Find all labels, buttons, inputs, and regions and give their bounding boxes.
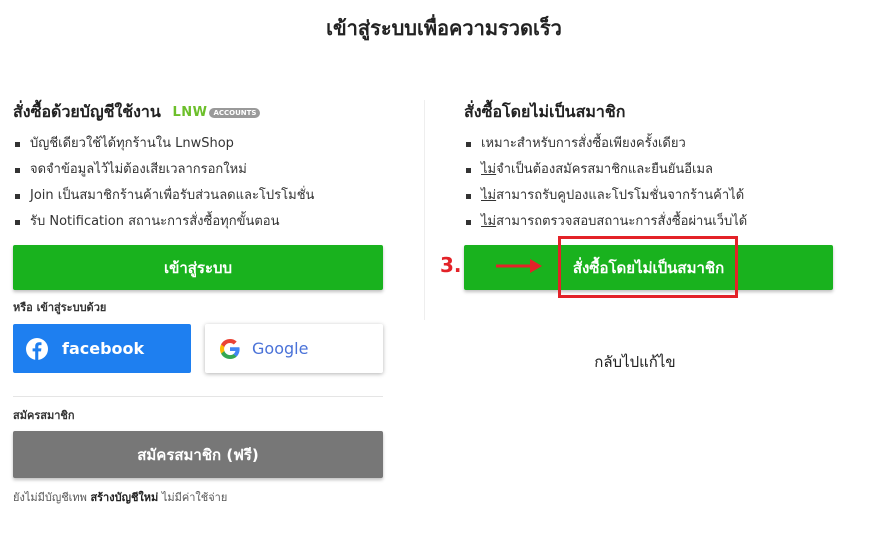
lnw-accounts-badge: ACCOUNTS: [209, 107, 261, 118]
list-item-text: สามารถตรวจสอบสถานะการสั่งซื้อผ่านเว็บได้: [496, 214, 748, 229]
list-item-prefix: ไม่: [481, 188, 497, 203]
list-item: บัญชีเดียวใช้ได้ทุกร้านใน LnwShop: [13, 131, 314, 157]
list-item-prefix: ไม่: [481, 214, 497, 229]
divider: [13, 396, 383, 397]
login-button[interactable]: เข้าสู่ระบบ: [13, 245, 383, 290]
lnw-logo-text: LNW: [172, 105, 208, 120]
highlight-box: [558, 236, 738, 298]
footer-suffix: ไม่มีค่าใช้จ่าย: [161, 491, 228, 504]
column-divider: [424, 100, 425, 320]
list-item-prefix: ไม่: [481, 162, 497, 177]
google-login-button[interactable]: Google: [205, 324, 383, 373]
list-item-text: จำเป็นต้องสมัครสมาชิกและยืนยันอีเมล: [496, 162, 714, 177]
facebook-login-button[interactable]: facebook: [13, 324, 191, 373]
register-footer: ยังไม่มีบัญชีเทพ สร้างบัญชีใหม่ ไม่มีค่า…: [13, 488, 227, 506]
arrow-right-icon: [496, 257, 544, 279]
list-item-text: สามารถรับคูปองและโปรโมชั่นจากร้านค้าได้: [496, 188, 745, 203]
step-annotation-label: 3.: [440, 253, 462, 277]
right-heading: สั่งซื้อโดยไม่เป็นสมาชิก: [464, 102, 626, 121]
register-button[interactable]: สมัครสมาชิก (ฟรี): [13, 431, 383, 478]
page-title: เข้าสู่ระบบเพื่อความรวดเร็ว: [326, 16, 562, 40]
back-to-edit-link[interactable]: กลับไปแก้ไข: [560, 350, 710, 374]
footer-prefix: ยังไม่มีบัญชีเทพ: [13, 491, 87, 504]
list-item: รับ Notification สถานะการสั่งซื้อทุกขั้น…: [13, 209, 314, 235]
google-label: Google: [252, 339, 309, 358]
left-benefits-list: บัญชีเดียวใช้ได้ทุกร้านใน LnwShop จดจำข้…: [13, 131, 314, 235]
create-account-link[interactable]: สร้างบัญชีใหม่: [90, 491, 158, 504]
register-label: สมัครสมาชิก: [13, 409, 75, 422]
list-item: เหมาะสำหรับการสั่งซื้อเพียงครั้งเดียว: [464, 131, 747, 157]
facebook-icon: [26, 337, 48, 360]
facebook-label: facebook: [62, 339, 145, 358]
or-login-with-label: หรือ เข้าสู่ระบบด้วย: [13, 301, 107, 314]
google-icon: [220, 338, 240, 359]
list-item: ไม่จำเป็นต้องสมัครสมาชิกและยืนยันอีเมล: [464, 157, 747, 183]
left-heading: สั่งซื้อด้วยบัญชีใช้งาน LNW ACCOUNTS: [13, 100, 261, 125]
list-item: ไม่สามารถตรวจสอบสถานะการสั่งซื้อผ่านเว็บ…: [464, 209, 747, 235]
list-item: ไม่สามารถรับคูปองและโปรโมชั่นจากร้านค้าไ…: [464, 183, 747, 209]
left-heading-text: สั่งซื้อด้วยบัญชีใช้งาน: [13, 102, 161, 121]
lnw-accounts-logo: LNW ACCOUNTS: [172, 105, 261, 120]
list-item-text: เหมาะสำหรับการสั่งซื้อเพียงครั้งเดียว: [481, 136, 686, 151]
list-item: จดจำข้อมูลไว้ไม่ต้องเสียเวลากรอกใหม่: [13, 157, 314, 183]
list-item: Join เป็นสมาชิกร้านค้าเพื่อรับส่วนลดและโ…: [13, 183, 314, 209]
right-limitations-list: เหมาะสำหรับการสั่งซื้อเพียงครั้งเดียว ไม…: [464, 131, 747, 235]
